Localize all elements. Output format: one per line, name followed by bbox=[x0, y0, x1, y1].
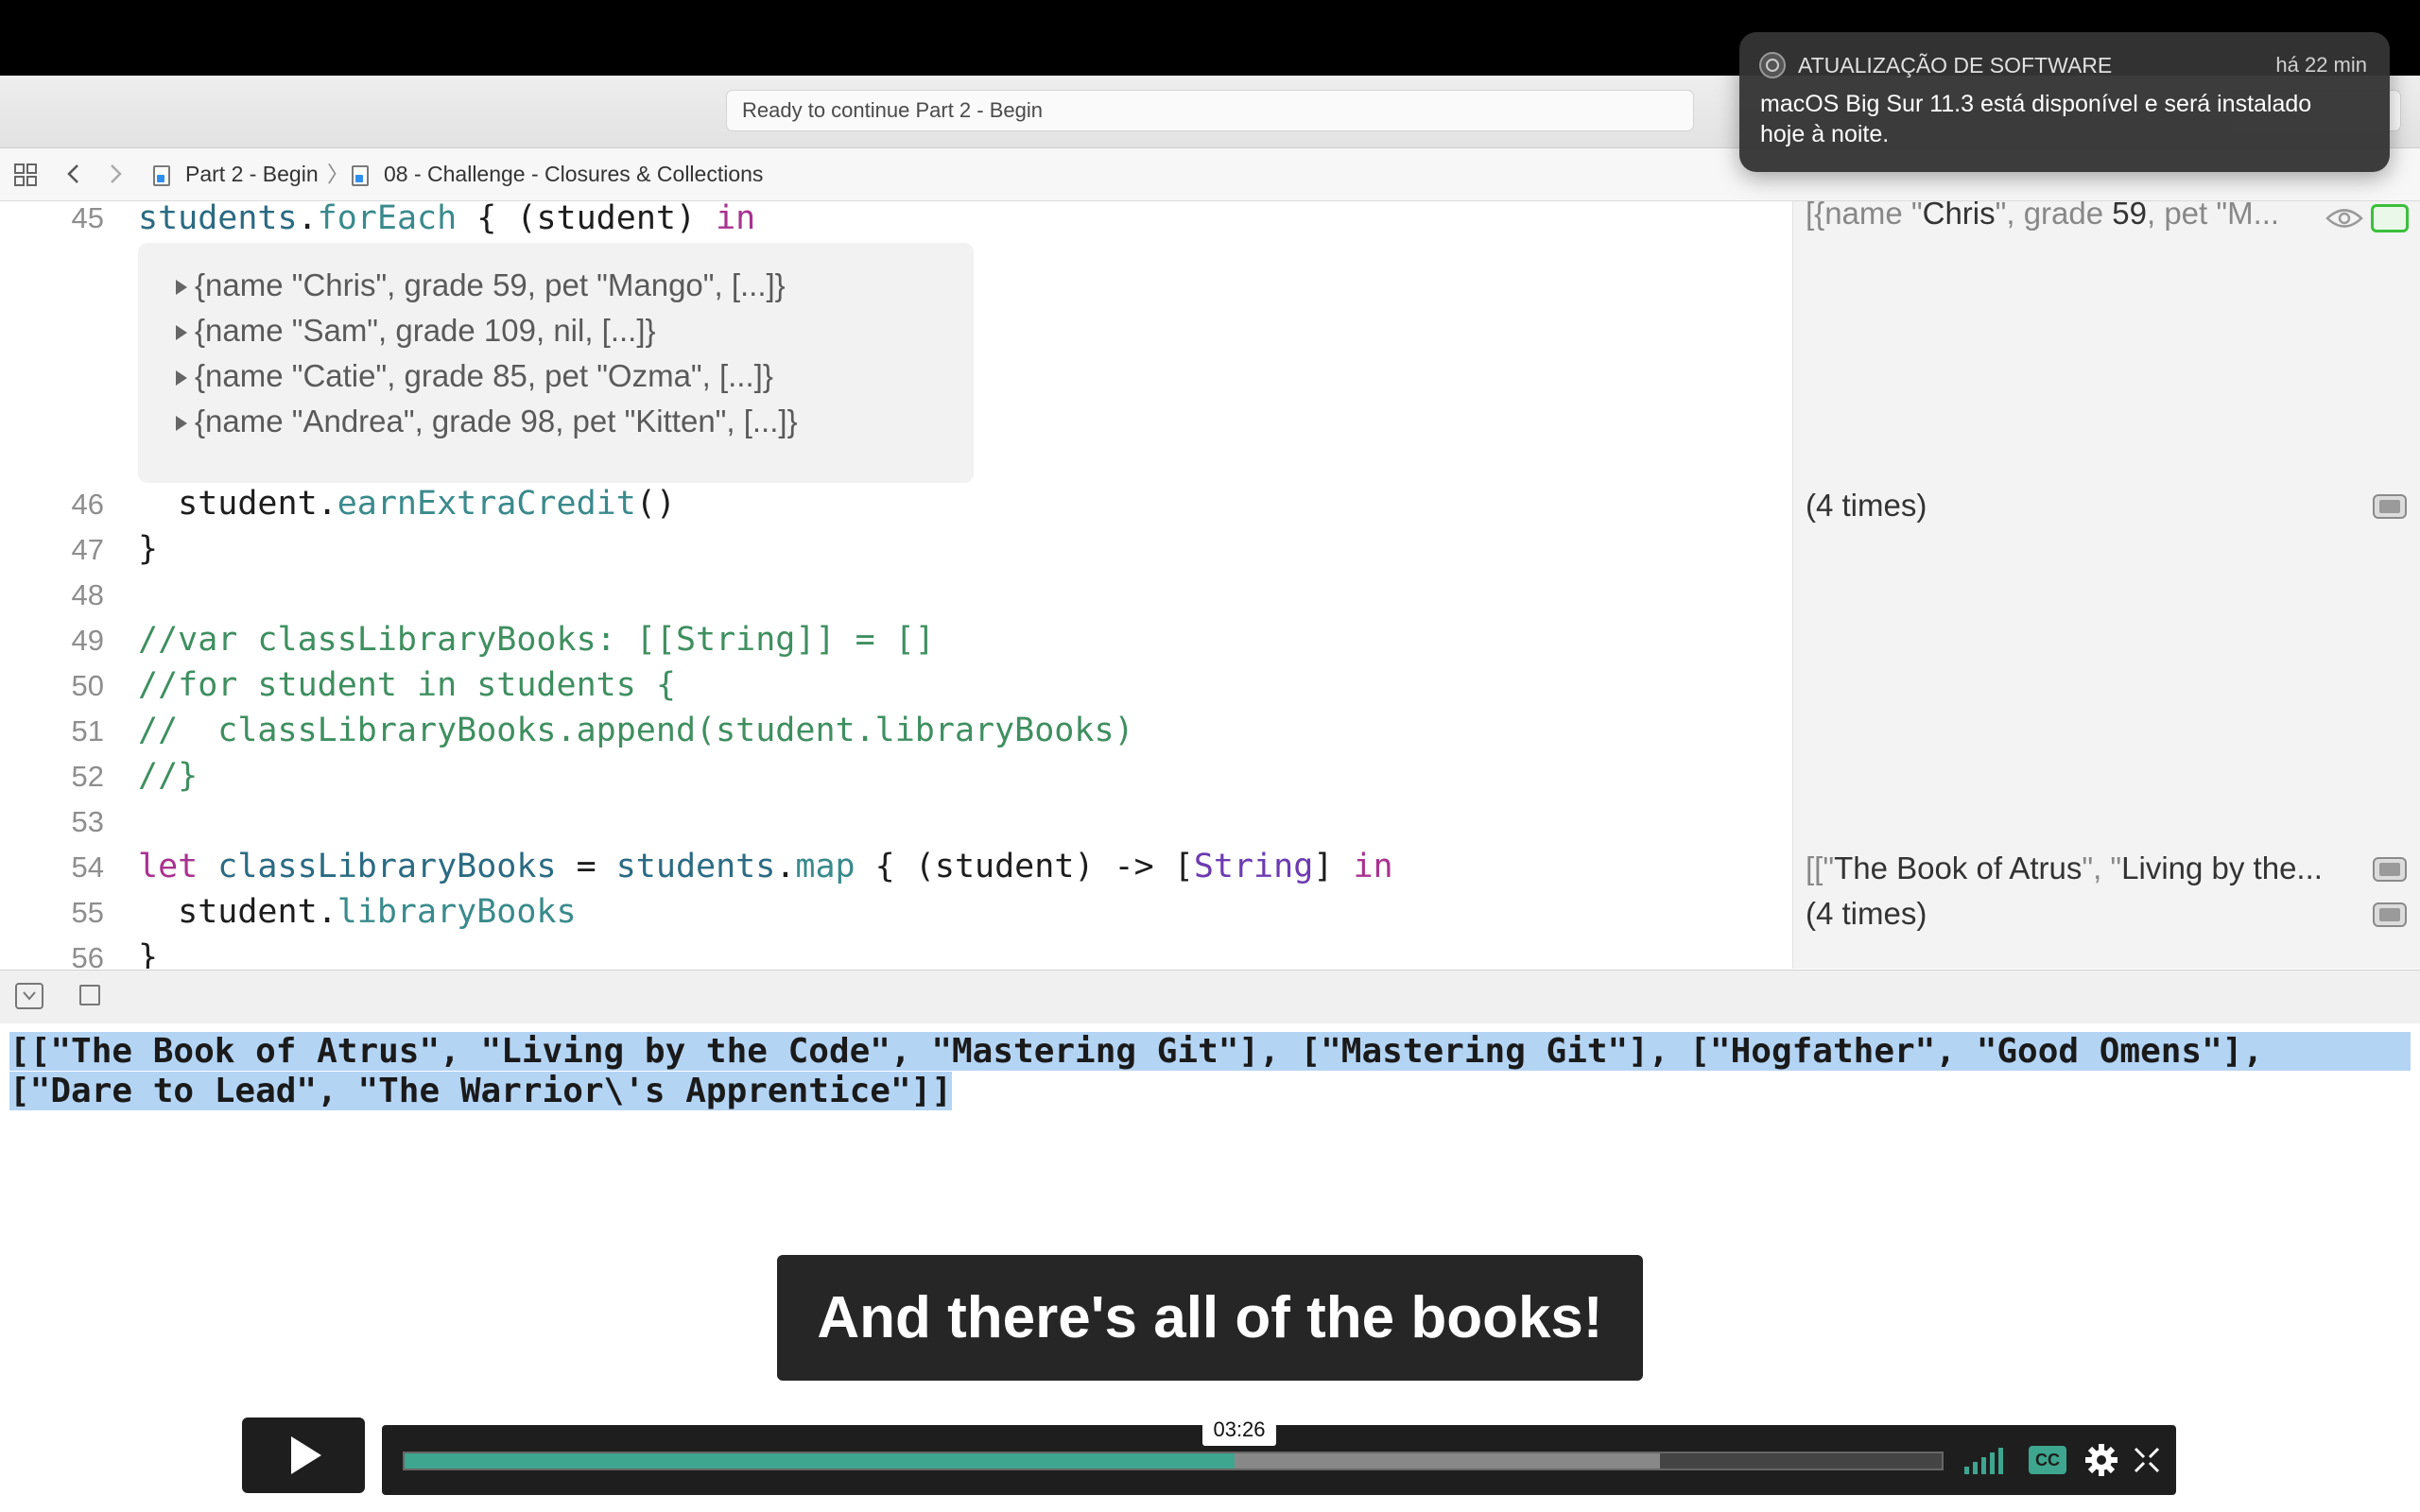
inline-result-popover: {name "Chris", grade 59, pet "Mango", [.… bbox=[138, 243, 974, 483]
code-line-56[interactable]: } bbox=[138, 938, 158, 969]
quicklook-icon[interactable] bbox=[2373, 494, 2407, 519]
breadcrumb-separator: 〉 bbox=[327, 162, 349, 186]
disclosure-triangle-icon[interactable] bbox=[176, 370, 187, 387]
play-button[interactable] bbox=[242, 1418, 365, 1493]
fullscreen-icon[interactable] bbox=[2133, 1446, 2161, 1479]
line-number: 51 bbox=[71, 714, 104, 747]
notification-message: hoje à noite. bbox=[1760, 121, 1890, 147]
code-line-55[interactable]: student.libraryBooks bbox=[138, 893, 576, 931]
notification-message: macOS Big Sur 11.3 está disponível e ser… bbox=[1760, 91, 2312, 117]
code-line-49[interactable]: //var classLibraryBooks: [[String]] = [] bbox=[138, 621, 935, 659]
play-icon bbox=[291, 1436, 321, 1474]
code-line-54[interactable]: let classLibraryBooks = students.map { (… bbox=[138, 848, 1393, 885]
disclosure-triangle-icon[interactable] bbox=[176, 325, 187, 341]
video-subtitle: And there's all of the books! bbox=[777, 1255, 1643, 1381]
line-number: 54 bbox=[71, 850, 104, 884]
breadcrumb-project[interactable]: Part 2 - Begin bbox=[185, 148, 319, 200]
software-update-notification[interactable]: ATUALIZAÇÃO DE SOFTWARE há 22 min macOS … bbox=[1739, 32, 2390, 172]
code-line-52[interactable]: //} bbox=[138, 757, 198, 795]
code-line-46[interactable]: student.earnExtraCredit() bbox=[138, 485, 676, 523]
split-view-icon[interactable] bbox=[79, 985, 100, 1005]
timecode-tooltip: 03:26 bbox=[1202, 1414, 1276, 1446]
result-line-55[interactable]: (4 times) bbox=[1806, 896, 1927, 932]
result-line-46[interactable]: (4 times) bbox=[1806, 488, 1927, 524]
progress-track[interactable] bbox=[403, 1452, 1944, 1470]
disclosure-triangle-icon[interactable] bbox=[176, 416, 187, 432]
breadcrumb-file[interactable]: 08 - Challenge - Closures & Collections bbox=[384, 148, 763, 200]
result-line-45[interactable]: [{name "Chris", grade 59, pet "M... bbox=[1806, 196, 2279, 232]
back-chevron-icon[interactable] bbox=[64, 148, 83, 200]
swift-file-icon bbox=[153, 148, 170, 200]
code-line-51[interactable]: // classLibraryBooks.append(student.libr… bbox=[138, 712, 1134, 749]
line-number: 56 bbox=[71, 941, 104, 969]
line-number: 49 bbox=[71, 624, 104, 657]
result-item[interactable]: {name "Andrea", grade 98, pet "Kitten", … bbox=[176, 404, 798, 439]
software-update-icon bbox=[1758, 51, 1787, 84]
eye-icon[interactable] bbox=[2325, 204, 2363, 237]
line-number: 48 bbox=[71, 578, 104, 611]
line-number: 52 bbox=[71, 760, 104, 793]
result-item[interactable]: {name "Catie", grade 85, pet "Ozma", [..… bbox=[176, 358, 773, 394]
line-number: 47 bbox=[71, 533, 104, 566]
result-item[interactable]: {name "Chris", grade 59, pet "Mango", [.… bbox=[176, 267, 786, 303]
line-number: 50 bbox=[71, 669, 104, 702]
result-item[interactable]: {name "Sam", grade 109, nil, [...]} bbox=[176, 313, 656, 349]
forward-chevron-icon[interactable] bbox=[106, 148, 125, 200]
quicklook-icon[interactable] bbox=[2373, 902, 2407, 927]
console-line: [["The Book of Atrus", "Living by the Co… bbox=[9, 1032, 2411, 1071]
code-line-50[interactable]: //for student in students { bbox=[138, 666, 676, 704]
grid-icon[interactable] bbox=[13, 148, 42, 200]
console-line: ["Dare to Lead", "The Warrior\'s Apprent… bbox=[9, 1072, 952, 1110]
progress-played bbox=[405, 1453, 1236, 1469]
line-number: 45 bbox=[71, 201, 104, 234]
console-toggle-icon[interactable] bbox=[15, 983, 43, 1014]
notification-time: há 22 min bbox=[2275, 53, 2367, 77]
swift-file-icon bbox=[352, 148, 369, 200]
notification-app-name: ATUALIZAÇÃO DE SOFTWARE bbox=[1798, 53, 2113, 77]
activity-status: Ready to continue Part 2 - Begin bbox=[726, 90, 1694, 131]
quicklook-icon[interactable] bbox=[2371, 204, 2409, 232]
code-line-47[interactable]: } bbox=[138, 530, 158, 568]
gear-icon[interactable] bbox=[2083, 1442, 2119, 1483]
code-line-45[interactable]: students.forEach { (student) in bbox=[138, 201, 755, 237]
quicklook-icon[interactable] bbox=[2373, 857, 2407, 882]
result-line-54[interactable]: [["The Book of Atrus", "Living by the... bbox=[1806, 850, 2323, 886]
line-number: 55 bbox=[71, 896, 104, 929]
line-number: 46 bbox=[71, 488, 104, 521]
disclosure-triangle-icon[interactable] bbox=[176, 280, 187, 296]
line-number: 53 bbox=[71, 805, 104, 838]
debug-bar bbox=[0, 970, 2420, 1024]
cc-icon[interactable]: CC bbox=[2029, 1446, 2066, 1474]
volume-icon[interactable] bbox=[1962, 1444, 2010, 1483]
